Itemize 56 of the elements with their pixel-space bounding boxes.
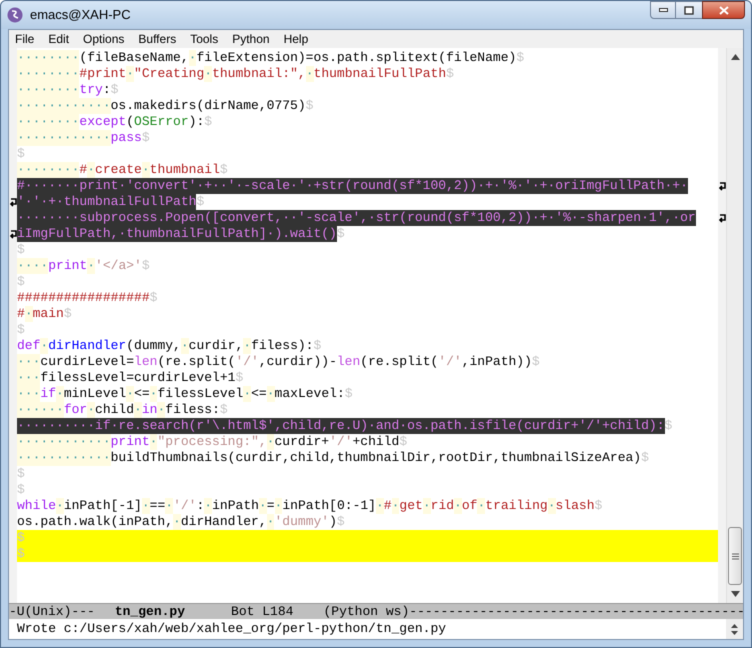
- code-line: $: [17, 482, 26, 498]
- code-line: ······for·child·in·filess:$: [17, 402, 229, 418]
- menu-item[interactable]: File: [15, 30, 34, 48]
- code-line: os.path.walk(inPath,·dirHandler,·'dummy')$: [17, 514, 346, 530]
- grip-icon: [732, 552, 738, 560]
- buffer-position: Bot L184: [231, 604, 294, 619]
- menu-item[interactable]: Edit: [48, 30, 70, 48]
- minibuffer-message: Wrote c:/Users/xah/web/xahlee_org/perl-python/tn_gen.py: [16, 620, 448, 638]
- code-line: ········(fileBaseName,·fileExtension)=os.path.splitext(fileName)$: [17, 50, 526, 66]
- vertical-scrollbar[interactable]: [726, 48, 743, 603]
- code-line: #################$: [17, 290, 158, 306]
- menu-item[interactable]: Options: [83, 30, 124, 48]
- maximize-icon: [684, 6, 694, 14]
- code-line: ············pass$: [17, 130, 151, 146]
- major-mode: (Python ws): [323, 604, 410, 619]
- code-line: #·main$: [17, 306, 73, 322]
- scroll-down-icon: [731, 630, 738, 634]
- code-line: ···filessLevel=curdirLevel+1$: [17, 370, 244, 386]
- code-line: $: [17, 242, 26, 258]
- code-line: $: [17, 466, 26, 482]
- scroll-up-icon: [731, 624, 738, 628]
- code-line: ····print·'</a>'$: [17, 258, 151, 274]
- menu-item[interactable]: Buffers: [138, 30, 176, 48]
- menu-item[interactable]: Tools: [190, 30, 218, 48]
- code-line: $: [17, 274, 26, 290]
- code-line: while·inPath[-1]·==·'/':·inPath·=·inPath[0:-1]·#·get·rid·of·trailing·slash$: [17, 498, 604, 514]
- window-title: emacs@XAH-PC: [30, 6, 131, 24]
- mode-line-fill: -------------------------------------------: [409, 604, 743, 619]
- code-line: $: [17, 146, 26, 162]
- app-logo-icon: [7, 7, 23, 23]
- code-line: ········#print·"Creating·thumbnail:",·thumbnailFullPath$: [17, 66, 455, 82]
- minimize-button[interactable]: [650, 1, 676, 19]
- code-line: ············os.makedirs(dirName,0775)$: [17, 98, 314, 114]
- buffer-name: tn_gen.py: [114, 604, 186, 619]
- menu-item[interactable]: Help: [284, 30, 308, 48]
- scroll-up-icon: [730, 54, 740, 60]
- code-line: iImgFullPath,·thumbnailFullPath]·).wait()$: [17, 226, 346, 242]
- code-line: '·'·+·thumbnailFullPath$: [17, 194, 206, 210]
- code-line: ··········if·re.search(r'\.html$',child,re.U)·and·os.path.isfile(curdir+'/'+child):$: [17, 418, 674, 434]
- code-line: ············buildThumbnails(curdir,child,thumbnailDir,rootDir,thumbnailSizeArea)$: [17, 450, 650, 466]
- code-line: ········try:$: [17, 82, 120, 98]
- code-line: ········except(OSError):$: [17, 114, 214, 130]
- close-icon: [718, 6, 728, 14]
- code-line: ········#·create·thumbnail$: [17, 162, 229, 178]
- code-line: def·dirHandler(dummy,·curdir,·filess):$: [17, 338, 322, 354]
- scrollbar-thumb[interactable]: [728, 527, 742, 585]
- mode-status: -U(Unix)---: [9, 604, 95, 619]
- menu-item[interactable]: Python: [232, 30, 270, 48]
- close-button[interactable]: [702, 1, 745, 19]
- code-line: ···if·minLevel·<=·filessLevel·<=·maxLevel:$: [17, 386, 354, 402]
- minimize-icon: [658, 8, 668, 12]
- code-line: $: [17, 322, 26, 338]
- code-line: ···curdirLevel=len(re.split('/',curdir))-len(re.split('/',inPath))$: [17, 354, 541, 370]
- maximize-button[interactable]: [676, 1, 702, 19]
- scroll-down-icon: [730, 591, 740, 597]
- code-line: ············print·"processing:",·curdir+'/'+child$: [17, 434, 408, 450]
